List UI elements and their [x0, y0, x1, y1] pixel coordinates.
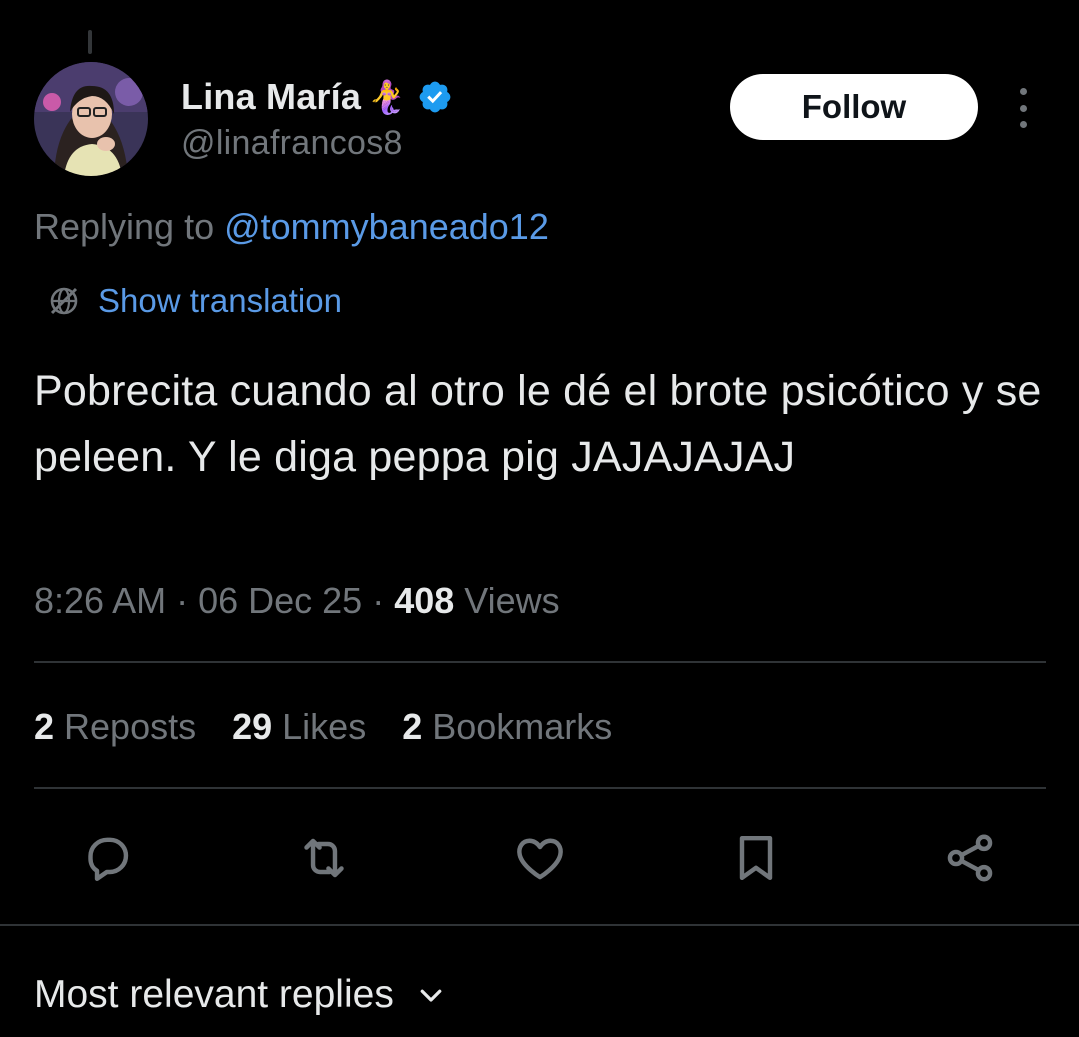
bookmarks-stat[interactable]: 2 Bookmarks [402, 706, 612, 748]
reposts-stat[interactable]: 2 Reposts [34, 706, 196, 748]
bookmark-icon [739, 835, 773, 881]
bookmarks-count: 2 [402, 706, 423, 747]
chevron-down-icon [420, 989, 442, 1002]
likes-stat[interactable]: 29 Likes [232, 706, 366, 748]
reply-context: Replying to @tommybaneado12 [34, 206, 549, 248]
reposts-label: Reposts [64, 706, 197, 747]
meta-separator: · [362, 580, 395, 621]
tweet-time: 8:26 AM [34, 580, 167, 621]
bookmarks-label: Bookmarks [432, 706, 613, 747]
author-handle[interactable]: @linafrancos8 [181, 124, 403, 163]
like-button[interactable] [510, 828, 570, 888]
verified-badge-icon [419, 81, 451, 113]
author-name-row[interactable]: Lina María 🧜‍♀️ [181, 73, 453, 121]
engagement-stats: 2 Reposts 29 Likes 2 Bookmarks [34, 706, 612, 748]
views-label: Views [464, 580, 560, 621]
replies-sort-dropdown[interactable]: Most relevant replies [34, 968, 446, 1022]
meta-separator: · [166, 580, 199, 621]
divider [0, 924, 1079, 926]
share-button[interactable] [940, 828, 1000, 888]
replies-sort-label: Most relevant replies [34, 973, 394, 1016]
tweet-meta: 8:26 AM · 06 Dec 25 · 408 Views [34, 580, 560, 622]
display-name[interactable]: Lina María [181, 76, 361, 118]
tweet-text: Pobrecita cuando al otro le dé el brote … [34, 367, 1054, 481]
repost-icon [304, 838, 344, 878]
avatar[interactable] [34, 62, 148, 176]
likes-label: Likes [282, 706, 367, 747]
replying-to-prefix: Replying to [34, 206, 225, 247]
bookmark-button[interactable] [726, 828, 786, 888]
translate-globe-icon [50, 287, 78, 315]
follow-button[interactable]: Follow [730, 74, 978, 140]
like-icon [517, 838, 563, 880]
share-icon [947, 834, 993, 882]
reposts-count: 2 [34, 706, 55, 747]
views-count: 408 [394, 580, 455, 621]
reply-icon [88, 837, 129, 881]
tweet-date: 06 Dec 25 [198, 580, 363, 621]
divider [34, 787, 1046, 789]
likes-count: 29 [232, 706, 273, 747]
repost-button[interactable] [294, 828, 354, 888]
mermaid-emoji: 🧜‍♀️ [367, 79, 407, 115]
show-translation-label: Show translation [98, 282, 342, 319]
divider [34, 661, 1046, 663]
mentioned-user-link[interactable]: @tommybaneado12 [224, 206, 549, 247]
reply-button[interactable] [78, 828, 138, 888]
show-translation-button[interactable]: Show translation [46, 279, 342, 323]
more-vertical-icon[interactable] [1008, 88, 1038, 128]
thread-connector-line [88, 30, 92, 54]
